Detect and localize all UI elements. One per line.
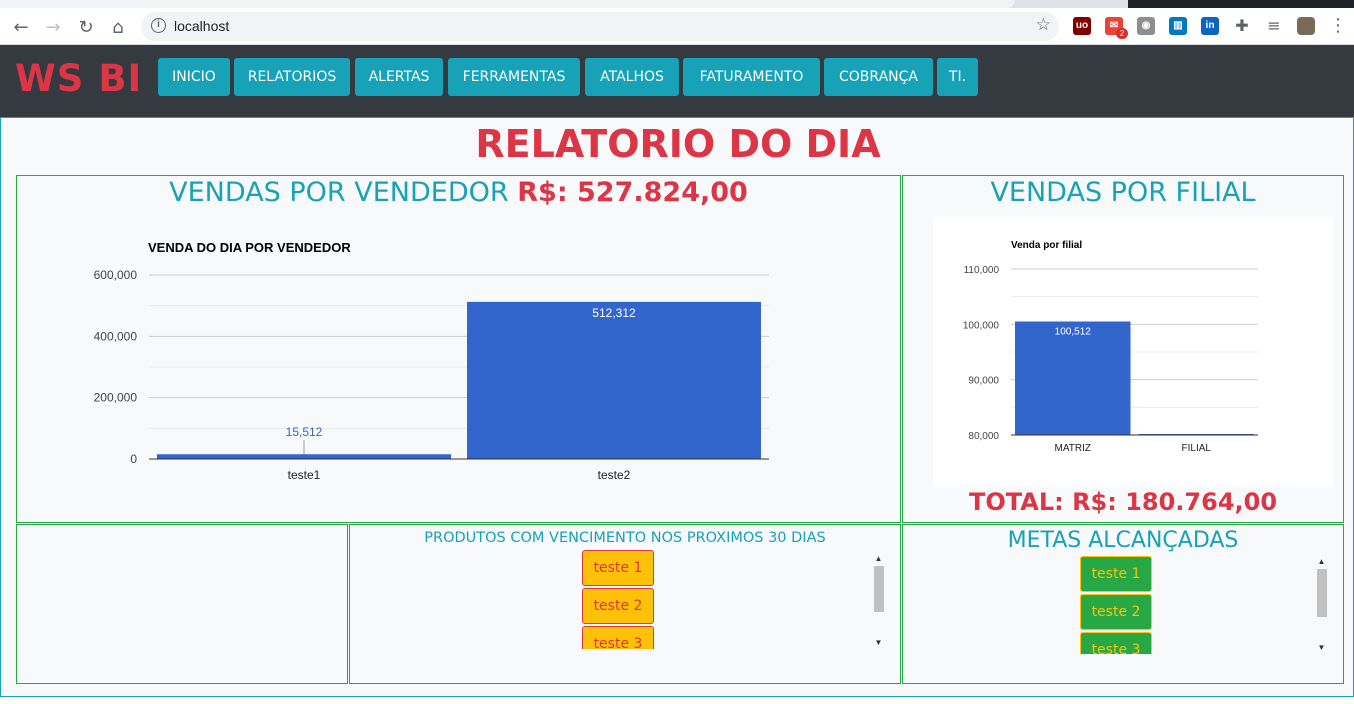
branch-chart-area: Venda por filial 80,000 90,000 100,000 110,0…	[933, 217, 1333, 487]
reload-icon[interactable]: ↻	[75, 16, 97, 38]
menu-relatorios-button[interactable]: RELATORIOS	[234, 58, 350, 96]
menu-ti-button[interactable]: TI.	[937, 58, 978, 96]
bar	[157, 454, 451, 459]
expiring-products-list[interactable]: teste 1 teste 2 teste 3	[570, 550, 660, 649]
scroll-down-icon[interactable]: ▼	[1315, 642, 1328, 654]
scroll-down-icon[interactable]: ▼	[872, 637, 885, 649]
more-menu-icon[interactable]: ⋮	[1327, 14, 1349, 36]
trello-extension-icon[interactable]: ▥	[1169, 17, 1187, 35]
empty-panel	[16, 524, 348, 684]
extensions-puzzle-icon[interactable]: ✚	[1231, 14, 1253, 36]
menu-ferramentas-button[interactable]: FERRAMENTAS	[448, 58, 580, 96]
branch-bar-chart: Venda por filial 80,000 90,000 100,000 110,0…	[963, 240, 1258, 454]
chart-title: VENDA DO DIA POR VENDEDOR	[148, 240, 351, 255]
seller-bar-chart: VENDA DO DIA POR VENDEDOR 0 200,000 400,000…	[94, 240, 769, 482]
goals-title: METAS ALCANÇADAS	[1007, 528, 1239, 553]
data-label: 512,312	[592, 306, 636, 320]
browser-tab[interactable]	[0, 0, 1015, 8]
y-tick-label: 0	[130, 452, 137, 466]
menu-inicio-button[interactable]: INICIO	[158, 58, 230, 96]
browser-toolbar: ← → ↻ ⌂ i localhost ☆ uo ✉ 2 ◉ ▥ in ✚ ≡ …	[0, 8, 1354, 45]
browser-window-controls	[1128, 0, 1354, 8]
forward-icon[interactable]: →	[42, 16, 64, 38]
sales-by-seller-panel: VENDAS POR VENDEDOR R$: 527.824,00 VENDA…	[16, 175, 901, 523]
menu-atalhos-button[interactable]: ATALHOS	[585, 58, 679, 96]
sales-by-branch-title: VENDAS POR FILIAL	[990, 177, 1256, 208]
list-item[interactable]: teste 3	[582, 626, 654, 649]
y-tick-label: 600,000	[94, 268, 138, 282]
goals-list[interactable]: teste 1 teste 2 teste 3	[1073, 556, 1163, 654]
goals-scrollbar[interactable]: ▲ ▼	[1315, 556, 1328, 654]
scroll-thumb[interactable]	[874, 566, 884, 612]
y-tick-label: 100,000	[963, 320, 1000, 331]
extension-icon[interactable]: ◉	[1137, 17, 1155, 35]
dashboard-main: RELATORIO DO DIA VENDAS POR VENDEDOR R$:…	[0, 117, 1354, 697]
menu-faturamento-button[interactable]: FATURAMENTO	[683, 58, 820, 96]
app-navbar: WS BI INICIO RELATORIOS ALERTAS FERRAMEN…	[0, 45, 1354, 117]
y-tick-label: 400,000	[94, 329, 138, 343]
expiring-products-scrollbar[interactable]: ▲ ▼	[872, 553, 885, 649]
scroll-thumb[interactable]	[1317, 569, 1327, 617]
site-info-icon[interactable]: i	[151, 18, 166, 33]
scroll-up-icon[interactable]: ▲	[872, 553, 885, 565]
media-queue-icon[interactable]: ≡	[1263, 14, 1285, 36]
goals-panel: METAS ALCANÇADAS teste 1 teste 2 teste 3…	[902, 524, 1344, 684]
bar	[467, 301, 761, 459]
ublock-extension-icon[interactable]: uo	[1073, 17, 1091, 35]
menu-alertas-button[interactable]: ALERTAS	[355, 58, 443, 96]
x-tick-label: teste2	[598, 468, 631, 482]
chart-title: Venda por filial	[1011, 240, 1082, 251]
expiring-products-panel: PRODUTOS COM VENCIMENTO NOS PROXIMOS 30 …	[349, 524, 901, 684]
list-item[interactable]: teste 2	[1080, 594, 1152, 630]
list-item[interactable]: teste 2	[582, 588, 654, 624]
x-tick-label: MATRIZ	[1055, 443, 1091, 454]
gmail-badge: 2	[1116, 28, 1128, 39]
bar	[1015, 321, 1131, 435]
x-tick-label: teste1	[288, 468, 321, 482]
browser-tab-strip	[0, 0, 1354, 8]
profile-avatar[interactable]	[1297, 17, 1315, 35]
data-label: 100,512	[1055, 327, 1092, 338]
sales-by-branch-total: TOTAL: R$: 180.764,00	[968, 488, 1278, 516]
menu-cobranca-button[interactable]: COBRANÇA	[824, 58, 933, 96]
list-item[interactable]: teste 3	[1080, 632, 1152, 654]
list-item[interactable]: teste 1	[582, 550, 654, 586]
list-item[interactable]: teste 1	[1080, 556, 1152, 592]
bookmark-star-icon[interactable]: ☆	[1036, 15, 1051, 35]
scroll-up-icon[interactable]: ▲	[1315, 556, 1328, 568]
y-tick-label: 80,000	[968, 431, 999, 442]
y-tick-label: 90,000	[968, 376, 999, 387]
linkedin-extension-icon[interactable]: in	[1201, 17, 1219, 35]
data-label: 15,512	[286, 425, 323, 439]
x-tick-label: FILIAL	[1182, 443, 1212, 454]
y-tick-label: 200,000	[94, 391, 138, 405]
page-title: RELATORIO DO DIA	[475, 122, 881, 166]
y-tick-label: 110,000	[964, 265, 1000, 276]
back-icon[interactable]: ←	[10, 16, 32, 38]
brand-logo[interactable]: WS BI	[15, 57, 142, 100]
url-text[interactable]: localhost	[174, 18, 229, 34]
address-bar[interactable]: i localhost ☆	[141, 12, 1059, 41]
expiring-products-title: PRODUTOS COM VENCIMENTO NOS PROXIMOS 30 …	[424, 530, 826, 546]
sales-by-branch-panel: VENDAS POR FILIAL Venda por filial 80,000…	[902, 175, 1344, 523]
home-icon[interactable]: ⌂	[107, 16, 129, 38]
